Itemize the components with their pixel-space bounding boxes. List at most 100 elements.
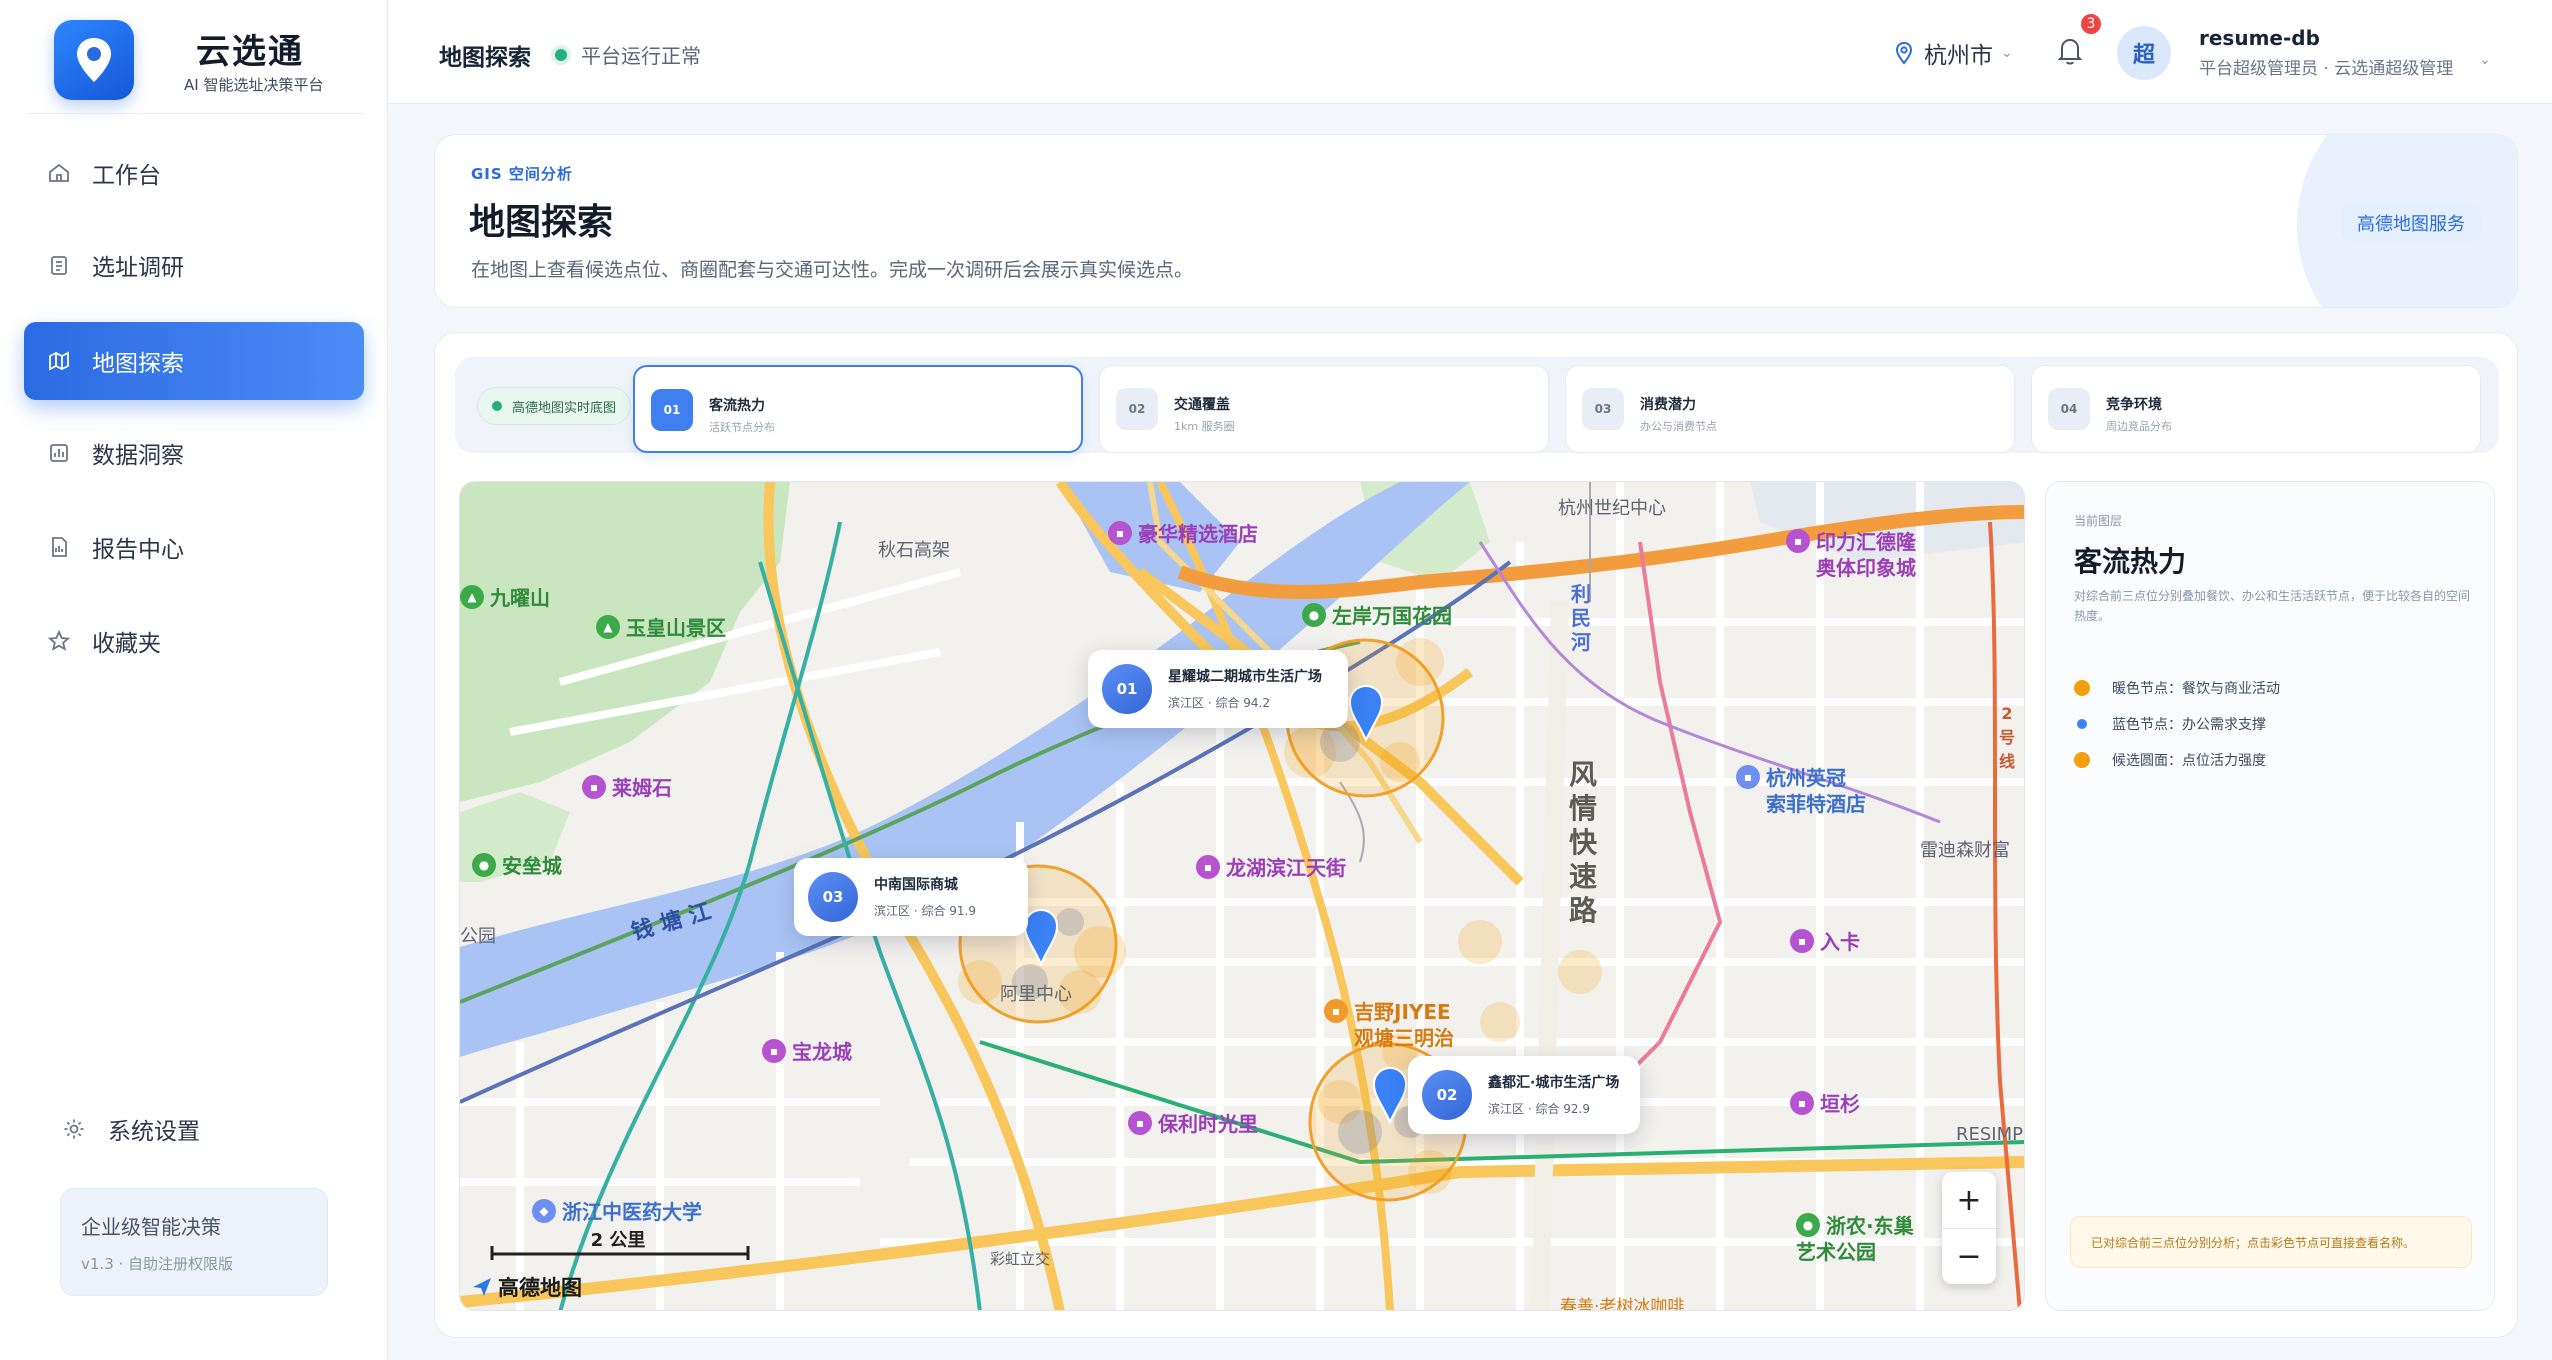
map-label-poi: 雷迪森财富 bbox=[1920, 840, 2010, 861]
map-label-poi: 阿里中心 bbox=[1000, 984, 1072, 1005]
plan-card: 企业级智能决策 v1.3 · 自助注册权限版 bbox=[60, 1188, 328, 1296]
shop-icon: ▪ bbox=[582, 774, 606, 799]
sidebar-item-favorites[interactable]: 收藏夹 bbox=[24, 602, 364, 680]
map-label-road: 彩虹立交 bbox=[990, 1250, 1051, 1268]
map-poi[interactable]: ▪ 杭州英冠 bbox=[1736, 762, 1846, 791]
sidebar-item-workbench[interactable]: 工作台 bbox=[24, 134, 364, 212]
tab-subtitle: 办公与消费节点 bbox=[1640, 420, 1717, 433]
header-title: 地图探索 bbox=[439, 45, 531, 71]
map-scale: 2 公里 bbox=[490, 1226, 746, 1252]
candidate-card-02[interactable]: 02 鑫都汇·城市生活广场 滨江区 · 综合 92.9 bbox=[1408, 1056, 1640, 1134]
attribution-text: 高德地图 bbox=[498, 1276, 582, 1300]
panel-subtitle: 当前图层 bbox=[2074, 514, 2123, 528]
map-canvas[interactable]: 秋石高架 杭州世纪中心 钱 塘 江 公园 阿里中心 雷迪森财富 彩虹立交 RES… bbox=[459, 481, 2025, 1311]
legend-item: 候选圆面：点位活力强度 bbox=[2074, 750, 2266, 770]
map-poi[interactable]: ▪ 印力汇德隆 bbox=[1786, 526, 1916, 555]
notification-badge: 3 bbox=[2079, 12, 2103, 36]
shop-icon: ▪ bbox=[1790, 928, 1814, 953]
user-name[interactable]: resume-db bbox=[2199, 26, 2320, 50]
candidate-card-01[interactable]: 01 星耀城二期城市生活广场 滨江区 · 综合 94.2 bbox=[1088, 650, 1348, 728]
brand-subtitle: AI 智能选址决策平台 bbox=[184, 76, 324, 94]
hero-tag: GIS 空间分析 bbox=[471, 165, 573, 183]
tab-title: 交通覆盖 bbox=[1174, 397, 1230, 413]
map-poi[interactable]: ◆ 浙江中医药大学 bbox=[532, 1196, 702, 1225]
user-role: 平台超级管理员 · 云选通超级管理 bbox=[2199, 59, 2454, 79]
map-poi-line2[interactable]: 索菲特酒店 bbox=[1766, 788, 1866, 817]
map-poi[interactable]: ● 左岸万国花园 bbox=[1302, 600, 1452, 629]
panel-title: 客流热力 bbox=[2074, 545, 2187, 578]
map-poi[interactable]: ▪ 保利时光里 bbox=[1128, 1108, 1258, 1137]
map-icon bbox=[46, 348, 72, 374]
status-dot-icon bbox=[555, 48, 567, 61]
sidebar-item-insights[interactable]: 数据洞察 bbox=[24, 414, 364, 492]
map-poi-line2[interactable]: 艺术公园 bbox=[1796, 1236, 1876, 1265]
candidate-name: 中南国际商城 bbox=[874, 877, 958, 893]
page-hero-card: GIS 空间分析 地图探索 在地图上查看候选点位、商圈配套与交通可达性。完成一次… bbox=[434, 134, 2518, 308]
home-icon bbox=[46, 160, 72, 186]
mountain-icon: ▲ bbox=[460, 584, 484, 609]
chart-icon bbox=[46, 440, 72, 466]
layer-panel: 当前图层 客流热力 对综合前三点位分别叠加餐饮、办公和生活活跃节点，便于比较各自… bbox=[2045, 481, 2495, 1311]
chevron-down-icon[interactable]: ⌄ bbox=[2479, 52, 2491, 68]
bell-icon[interactable] bbox=[2055, 34, 2085, 68]
mall-icon: ▪ bbox=[1128, 1110, 1152, 1135]
sidebar-item-settings[interactable]: 系统设置 bbox=[62, 1112, 200, 1146]
avatar[interactable]: 超 bbox=[2117, 26, 2171, 80]
sidebar-item-label: 选址调研 bbox=[92, 255, 184, 281]
candidate-rank: 02 bbox=[1422, 1070, 1472, 1120]
sidebar-item-label: 收藏夹 bbox=[92, 631, 161, 657]
tab-traffic-heat[interactable]: 01 客流热力 活跃节点分布 bbox=[633, 365, 1083, 453]
status-text: 平台运行正常 bbox=[581, 44, 701, 68]
map-poi[interactable]: ▲ 九曜山 bbox=[460, 582, 550, 611]
sidebar-item-survey[interactable]: 选址调研 bbox=[24, 226, 364, 304]
page-description: 在地图上查看候选点位、商圈配套与交通可达性。完成一次调研后会展示真实候选点。 bbox=[471, 259, 1194, 281]
candidate-meta: 滨江区 · 综合 91.9 bbox=[874, 904, 976, 918]
candidate-card-03[interactable]: 03 中南国际商城 滨江区 · 综合 91.9 bbox=[794, 858, 1028, 936]
platform-status: 平台运行正常 bbox=[555, 40, 701, 69]
brand: 云选通 AI 智能选址决策平台 bbox=[26, 16, 364, 114]
tab-subtitle: 活跃节点分布 bbox=[709, 421, 775, 434]
map-label-metro: 2号线 bbox=[1998, 704, 2015, 771]
candidate-meta: 滨江区 · 综合 92.9 bbox=[1488, 1102, 1590, 1116]
map-label-river: 利民河 bbox=[1571, 582, 1591, 654]
map-poi[interactable]: ▪ 莱姆石 bbox=[582, 772, 672, 801]
map-poi-line2[interactable]: 观塘三明治 bbox=[1354, 1022, 1454, 1051]
map-poi[interactable]: ▪ 豪华精选酒店 bbox=[1108, 518, 1258, 547]
map-poi[interactable]: ▪ 垣杉 bbox=[1790, 1088, 1860, 1117]
tab-consumption[interactable]: 03 消费潜力 办公与消费节点 bbox=[1565, 365, 2015, 453]
legend-dot-icon bbox=[2077, 719, 2087, 729]
tab-competition[interactable]: 04 竞争环境 周边竞品分布 bbox=[2031, 365, 2481, 453]
legend-label: 候选圆面：点位活力强度 bbox=[2112, 753, 2266, 769]
map-label-poi: RESIMP bbox=[1956, 1124, 2023, 1145]
map-poi[interactable]: ▪ 龙湖滨江天街 bbox=[1196, 852, 1346, 881]
mall-icon: ▪ bbox=[1790, 1090, 1814, 1115]
sidebar-item-reports[interactable]: 报告中心 bbox=[24, 508, 364, 586]
map-poi[interactable]: ▲ 玉皇山景区 bbox=[596, 612, 726, 641]
zoom-control: + − bbox=[1942, 1172, 1996, 1284]
page-title: 地图探索 bbox=[469, 202, 614, 243]
zoom-in-button[interactable]: + bbox=[1942, 1172, 1996, 1228]
sidebar-item-map-explore[interactable]: 地图探索 bbox=[24, 322, 364, 400]
sidebar-item-label: 地图探索 bbox=[92, 351, 184, 377]
map-service-button[interactable]: 高德地图服务 bbox=[2341, 205, 2481, 241]
tab-subtitle: 1km 服务圈 bbox=[1174, 420, 1235, 433]
tab-title: 客流热力 bbox=[709, 398, 765, 414]
zoom-out-button[interactable]: − bbox=[1942, 1228, 1996, 1284]
legend-dot-icon bbox=[2074, 680, 2090, 696]
tab-number: 01 bbox=[651, 389, 693, 431]
sidebar-item-label: 工作台 bbox=[92, 163, 161, 189]
mountain-icon: ▲ bbox=[596, 614, 620, 639]
map-poi[interactable]: ▪ 入卡 bbox=[1790, 926, 1860, 955]
map-poi-line2[interactable]: 奥体印象城 bbox=[1816, 552, 1916, 581]
tab-transit-coverage[interactable]: 02 交通覆盖 1km 服务圈 bbox=[1099, 365, 1549, 453]
survey-icon bbox=[46, 252, 72, 278]
map-poi[interactable]: ● 浙农·东巢 bbox=[1796, 1210, 1914, 1239]
map-poi[interactable]: ▪ 吉野JIYEE bbox=[1324, 996, 1451, 1025]
tab-title: 竞争环境 bbox=[2106, 397, 2162, 413]
map-explore-card: 高德地图实时底图 01 客流热力 活跃节点分布 02 交通覆盖 1km 服务圈 … bbox=[434, 332, 2518, 1338]
city-selector[interactable]: 杭州市 ⌄ bbox=[1894, 36, 2013, 70]
map-poi[interactable]: ● 安垒城 bbox=[472, 850, 562, 879]
map-label-poi: 春善·老树冰咖啡 bbox=[1560, 1297, 1685, 1311]
map-poi[interactable]: ▪ 宝龙城 bbox=[762, 1036, 852, 1065]
candidate-meta: 滨江区 · 综合 94.2 bbox=[1168, 696, 1270, 710]
